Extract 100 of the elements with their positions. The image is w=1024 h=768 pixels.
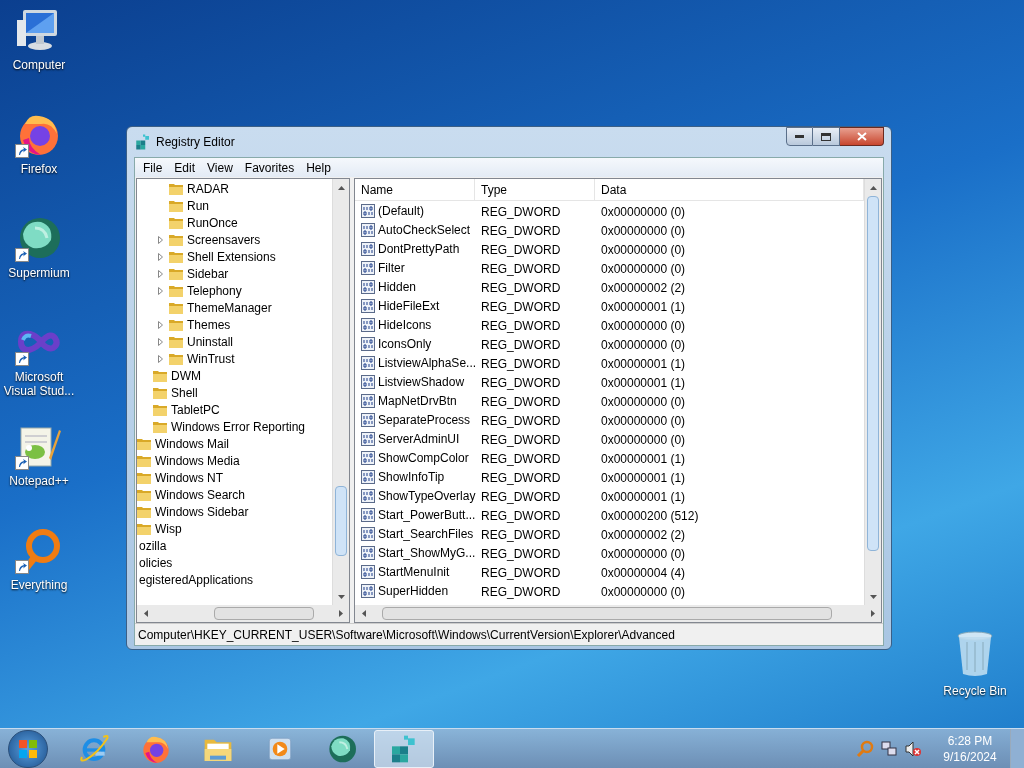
- close-button[interactable]: [840, 127, 884, 146]
- left-arrow-icon[interactable]: [361, 610, 366, 617]
- cubes-icon[interactable]: [134, 133, 152, 151]
- scroll-thumb[interactable]: [214, 607, 314, 620]
- value-type: REG_DWORD: [481, 546, 561, 561]
- start-button[interactable]: [8, 729, 48, 768]
- tree-item[interactable]: Screensavers: [187, 230, 261, 249]
- menu-item[interactable]: File: [137, 158, 169, 177]
- tree-item[interactable]: ozilla: [139, 536, 167, 555]
- folder-icon: [137, 453, 152, 468]
- value-type: REG_DWORD: [481, 223, 561, 238]
- value-name[interactable]: Hidden: [378, 277, 417, 296]
- tree-item[interactable]: RunOnce: [187, 213, 238, 232]
- value-name[interactable]: ShowTypeOverlay: [378, 486, 476, 505]
- vertical-scrollbar[interactable]: [332, 179, 349, 605]
- value-name[interactable]: Start_PowerButt...: [378, 505, 476, 524]
- value-name[interactable]: HideIcons: [378, 315, 432, 334]
- horizontal-scrollbar[interactable]: [137, 605, 349, 622]
- tree-item[interactable]: ThemeManager: [187, 298, 272, 317]
- tree-item[interactable]: Windows Sidebar: [155, 502, 249, 521]
- column-header[interactable]: Name: [355, 179, 475, 200]
- value-data: 0x00000000 (0): [601, 413, 686, 428]
- binary-value-icon: [361, 336, 375, 351]
- recycle-bin-icon[interactable]: [955, 630, 995, 678]
- value-type: REG_DWORD: [481, 489, 561, 504]
- minimize-button[interactable]: [786, 127, 813, 146]
- value-name[interactable]: Start_SearchFiles: [378, 524, 474, 543]
- value-name[interactable]: ListviewShadow: [378, 372, 465, 391]
- up-arrow-icon[interactable]: [337, 185, 345, 190]
- right-arrow-icon[interactable]: [870, 610, 875, 617]
- horizontal-scrollbar[interactable]: [355, 605, 881, 622]
- menu-item[interactable]: View: [201, 158, 239, 177]
- value-name[interactable]: IconsOnly: [378, 334, 432, 353]
- tree-item[interactable]: Uninstall: [187, 332, 234, 351]
- windows-logo-icon: [18, 738, 38, 759]
- down-arrow-icon[interactable]: [337, 594, 345, 599]
- close-icon: [856, 132, 867, 141]
- tree-item[interactable]: Windows Error Reporting: [171, 417, 306, 436]
- speaker-muted-icon[interactable]: [904, 739, 922, 758]
- tree-item[interactable]: Telephony: [187, 281, 242, 300]
- tree-item[interactable]: Run: [187, 196, 209, 215]
- value-name[interactable]: MapNetDrvBtn: [378, 391, 457, 410]
- tree-item[interactable]: Shell: [171, 383, 198, 402]
- menu-item[interactable]: Help: [300, 158, 337, 177]
- menu-item[interactable]: Favorites: [238, 158, 301, 177]
- tree-item[interactable]: Windows Mail: [155, 434, 229, 453]
- tree-item[interactable]: DWM: [171, 366, 201, 385]
- menu-item[interactable]: Edit: [168, 158, 202, 177]
- value-name[interactable]: SeparateProcess: [378, 410, 471, 429]
- tree-item[interactable]: egisteredApplications: [139, 570, 254, 589]
- tree-item[interactable]: TabletPC: [171, 400, 220, 419]
- scroll-thumb[interactable]: [867, 196, 879, 551]
- folder-icon: [168, 215, 184, 230]
- value-name[interactable]: ShowCompColor: [378, 448, 469, 467]
- value-name[interactable]: StartMenuInit: [378, 562, 450, 581]
- desktop-shortcut[interactable]: [15, 526, 63, 574]
- value-name[interactable]: (Default): [378, 201, 424, 220]
- binary-value-icon: [361, 279, 375, 294]
- value-data: 0x00000002 (2): [601, 280, 686, 295]
- value-name[interactable]: HideFileExt: [378, 296, 440, 315]
- value-name[interactable]: AutoCheckSelect: [378, 220, 471, 239]
- right-arrow-icon[interactable]: [338, 610, 343, 617]
- desktop-icon-label: Recycle Bin: [943, 683, 1007, 700]
- vertical-scrollbar[interactable]: [864, 179, 881, 605]
- value-name[interactable]: SuperHidden: [378, 581, 449, 600]
- binary-value-icon: [361, 526, 375, 541]
- tree-item[interactable]: RADAR: [187, 179, 229, 198]
- folder-icon: [137, 487, 152, 502]
- tree-item[interactable]: Wisp: [155, 519, 182, 538]
- value-name[interactable]: ListviewAlphaSe...: [378, 353, 477, 372]
- folder-icon: [152, 419, 168, 434]
- value-name[interactable]: Filter: [378, 258, 405, 277]
- value-name[interactable]: Start_ShowMyG...: [378, 543, 476, 562]
- folder-icon: [152, 368, 168, 383]
- left-arrow-icon[interactable]: [143, 610, 148, 617]
- e-logo-icon[interactable]: [78, 732, 110, 765]
- value-data: 0x00000001 (1): [601, 299, 686, 314]
- taskbar-button[interactable]: [374, 729, 434, 768]
- tree-item[interactable]: Shell Extensions: [187, 247, 276, 266]
- up-arrow-icon[interactable]: [869, 185, 877, 190]
- scroll-thumb[interactable]: [335, 486, 347, 556]
- tree-item[interactable]: Windows Search: [155, 485, 246, 504]
- value-type: REG_DWORD: [481, 565, 561, 580]
- value-name[interactable]: ServerAdminUI: [378, 429, 460, 448]
- value-name[interactable]: DontPrettyPath: [378, 239, 460, 258]
- binary-value-icon: [361, 545, 375, 560]
- value-name[interactable]: ShowInfoTip: [378, 467, 445, 486]
- down-arrow-icon[interactable]: [869, 594, 877, 599]
- binary-value-icon: [361, 431, 375, 446]
- maximize-button[interactable]: [813, 127, 840, 146]
- scroll-thumb[interactable]: [382, 607, 832, 620]
- tree-item[interactable]: WinTrust: [187, 349, 235, 368]
- value-data: 0x00000002 (2): [601, 527, 686, 542]
- network-icon[interactable]: [880, 739, 898, 758]
- column-header[interactable]: Type: [475, 179, 595, 200]
- tree-item[interactable]: Themes: [187, 315, 231, 334]
- tree-item[interactable]: Windows Media: [155, 451, 240, 470]
- tree-item[interactable]: olicies: [139, 553, 173, 572]
- tree-item[interactable]: Sidebar: [187, 264, 229, 283]
- tree-item[interactable]: Windows NT: [155, 468, 223, 487]
